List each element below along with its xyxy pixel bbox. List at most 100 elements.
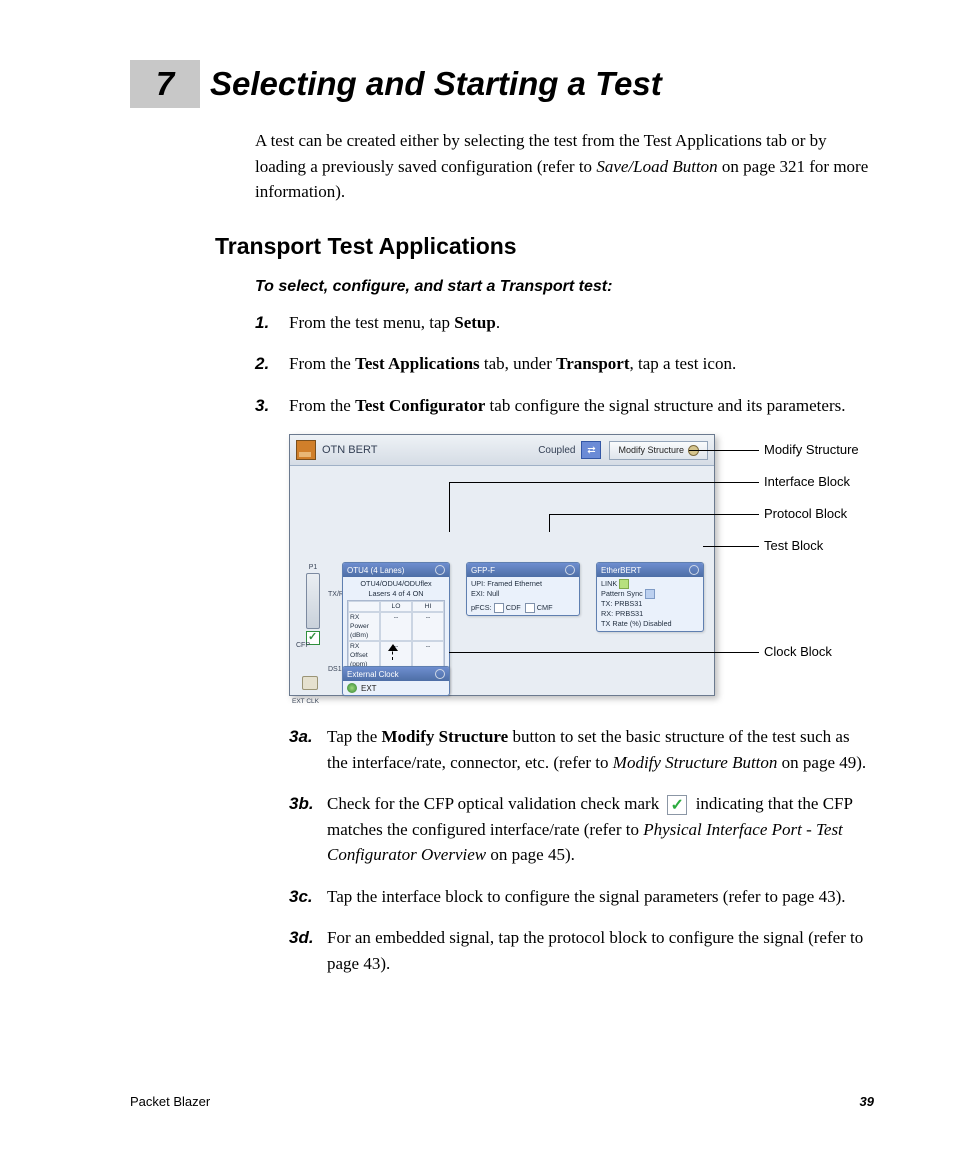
- step-1-bold: Setup: [454, 313, 496, 332]
- block-expand-icon: [435, 669, 445, 679]
- gfp-exi: EXI: Null: [471, 589, 575, 599]
- gfp-upi: UPI: Framed Ethernet: [471, 579, 575, 589]
- clock-block[interactable]: External Clock EXT: [342, 666, 450, 696]
- step-number: 2.: [255, 351, 289, 377]
- check-mark-icon: [667, 795, 687, 815]
- ether-psync: Pattern Sync: [601, 589, 643, 598]
- otu-col-lo: LO: [380, 601, 412, 612]
- chapter-title: Selecting and Starting a Test: [210, 65, 662, 103]
- otu-col-hi: HI: [412, 601, 444, 612]
- swap-button[interactable]: ⇄: [581, 441, 601, 459]
- otu-header: OTU4 (4 Lanes): [347, 566, 404, 575]
- callout-protocol-block: Protocol Block: [764, 506, 847, 521]
- footer-product: Packet Blazer: [130, 1094, 210, 1109]
- ether-header: EtherBERT: [601, 566, 641, 575]
- otu-lasers: Lasers 4 of 4 ON: [347, 589, 445, 599]
- configurator-figure: OTN BERT Coupled ⇄ Modify Structure P1: [289, 434, 909, 704]
- sub-d-text: For an embedded signal, tap the protocol…: [327, 925, 874, 976]
- intro-ref: Save/Load Button: [596, 157, 717, 176]
- step-3-pre: From the: [289, 396, 355, 415]
- ds1-plug-icon[interactable]: [302, 676, 318, 690]
- sub-b-post: on page 45).: [486, 845, 575, 864]
- callout-line: [449, 482, 759, 483]
- step-number: 1.: [255, 310, 289, 336]
- sub-a-pre: Tap the: [327, 727, 382, 746]
- ds1-label: DS1: [328, 666, 342, 673]
- ether-tx: TX: PRBS31: [601, 599, 699, 609]
- coupled-label: Coupled: [538, 445, 575, 456]
- test-configurator-screenshot: OTN BERT Coupled ⇄ Modify Structure P1: [289, 434, 715, 696]
- step-1: 1. From the test menu, tap Setup.: [255, 310, 874, 336]
- checkbox-icon[interactable]: [494, 603, 504, 613]
- step-2-pre: From the: [289, 354, 355, 373]
- block-expand-icon: [435, 565, 445, 575]
- port-connector-icon[interactable]: [306, 573, 320, 629]
- sync-indicator-icon: [645, 589, 655, 599]
- callout-line: [549, 514, 759, 515]
- callout-test-block: Test Block: [764, 538, 823, 553]
- block-expand-icon: [689, 565, 699, 575]
- callout-clock-block: Clock Block: [764, 644, 832, 659]
- callout-modify-structure: Modify Structure: [764, 442, 859, 457]
- sub-a-ref: Modify Structure Button: [613, 753, 778, 772]
- callout-line: [703, 546, 759, 547]
- sub-a-post: on page 49).: [777, 753, 866, 772]
- modify-structure-label: Modify Structure: [618, 445, 684, 455]
- ether-link: LINK: [601, 579, 617, 588]
- substep-number: 3b.: [289, 791, 327, 868]
- step-3: 3. From the Test Configurator tab config…: [255, 393, 874, 419]
- globe-icon: [347, 683, 357, 693]
- arrow-up-icon: [386, 644, 400, 662]
- otu-row-label: RX Power (dBm): [348, 612, 380, 641]
- gfp-pfcs: pFCS:: [471, 603, 492, 612]
- block-expand-icon: [565, 565, 575, 575]
- callout-line: [449, 482, 450, 532]
- step-list: 1. From the test menu, tap Setup. 2. Fro…: [255, 310, 874, 419]
- extclk-label: EXT CLK: [292, 698, 319, 705]
- gfp-cdf: CDF: [506, 603, 521, 612]
- substep-3a: 3a. Tap the Modify Structure button to s…: [289, 724, 874, 775]
- callout-line: [689, 450, 759, 451]
- screenshot-title: OTN BERT: [322, 444, 377, 456]
- step-2-b2: Transport: [556, 354, 629, 373]
- sub-c-text: Tap the interface block to configure the…: [327, 884, 874, 910]
- gfp-header: GFP-F: [471, 566, 495, 575]
- step-1-post: .: [496, 313, 500, 332]
- substep-number: 3a.: [289, 724, 327, 775]
- checkbox-icon[interactable]: [525, 603, 535, 613]
- otu-sub: OTU4/ODU4/ODUflex: [347, 579, 445, 589]
- procedure-title: To select, configure, and start a Transp…: [255, 278, 874, 296]
- ether-rx: RX: PRBS31: [601, 609, 699, 619]
- sub-b-pre: Check for the CFP optical validation che…: [327, 794, 663, 813]
- link-indicator-icon: [619, 579, 629, 589]
- protocol-block[interactable]: GFP-F UPI: Framed Ethernet EXI: Null pFC…: [466, 562, 580, 616]
- step-3-b1: Test Configurator: [355, 396, 485, 415]
- clock-header: External Clock: [347, 670, 399, 679]
- callout-interface-block: Interface Block: [764, 474, 850, 489]
- app-icon: [296, 440, 316, 460]
- intro-paragraph: A test can be created either by selectin…: [255, 128, 874, 205]
- substep-3d: 3d. For an embedded signal, tap the prot…: [289, 925, 874, 976]
- screenshot-header: OTN BERT Coupled ⇄ Modify Structure: [290, 435, 714, 466]
- substep-3c: 3c. Tap the interface block to configure…: [289, 884, 874, 910]
- step-3-post: tab configure the signal structure and i…: [485, 396, 845, 415]
- port-area: P1: [296, 564, 330, 647]
- substep-number: 3d.: [289, 925, 327, 976]
- chapter-header: 7 Selecting and Starting a Test: [130, 60, 874, 108]
- step-number: 3.: [255, 393, 289, 419]
- substep-number: 3c.: [289, 884, 327, 910]
- callout-line: [449, 652, 759, 653]
- cfp-label: CFP: [296, 642, 310, 649]
- step-1-pre: From the test menu, tap: [289, 313, 454, 332]
- step-2: 2. From the Test Applications tab, under…: [255, 351, 874, 377]
- step-2-b1: Test Applications: [355, 354, 480, 373]
- test-block[interactable]: EtherBERT LINK Pattern Sync TX: PRBS31 R…: [596, 562, 704, 632]
- chapter-number: 7: [130, 60, 200, 108]
- step-2-post: , tap a test icon.: [630, 354, 737, 373]
- callout-line: [549, 514, 550, 532]
- port-p1-label: P1: [296, 564, 330, 571]
- ether-rate: TX Rate (%) Disabled: [601, 619, 699, 629]
- clock-ext: EXT: [361, 684, 377, 693]
- gfp-cmf: CMF: [537, 603, 553, 612]
- substep-3b: 3b. Check for the CFP optical validation…: [289, 791, 874, 868]
